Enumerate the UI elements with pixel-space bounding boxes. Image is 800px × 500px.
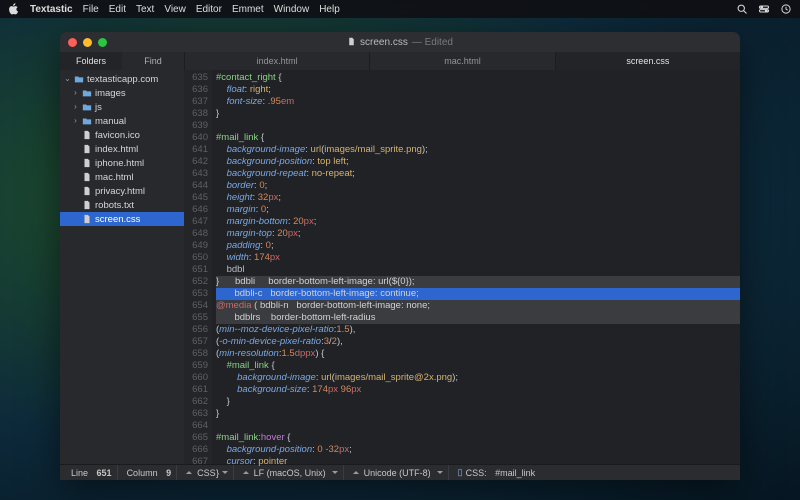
tree-item[interactable]: mac.html (60, 170, 184, 184)
tree-item-selected[interactable]: screen.css (60, 212, 184, 226)
autocomplete-item[interactable]: bdbli-c border-bottom-left-image: contin… (216, 288, 740, 300)
autocomplete-item[interactable]: } bdbli border-bottom-left-image: url(${… (216, 276, 740, 288)
tree-item-label: manual (95, 116, 126, 127)
control-center-icon[interactable] (758, 3, 770, 15)
tree-item-label: privacy.html (95, 186, 145, 197)
tree-item-label: iphone.html (95, 158, 144, 169)
autocomplete-item[interactable]: @media ( bdbli-n border-bottom-left-imag… (216, 300, 740, 312)
tree-item-label: robots.txt (95, 200, 134, 211)
autocomplete-item[interactable]: bdblrs border-bottom-left-radius (216, 312, 740, 324)
folder-icon (74, 74, 84, 84)
folder-icon (82, 102, 92, 112)
menubar-item[interactable]: File (83, 4, 99, 15)
menubar-item[interactable]: Emmet (232, 4, 264, 15)
menubar-app[interactable]: Textastic (30, 4, 73, 15)
tree-item[interactable]: ›js (60, 100, 184, 114)
tree-item[interactable]: ›manual (60, 114, 184, 128)
search-icon[interactable] (736, 3, 748, 15)
editor-window: screen.css — Edited Folders Find index.h… (60, 32, 740, 480)
file-icon (82, 172, 92, 182)
tree-item-label: index.html (95, 144, 138, 155)
tree-item-label: images (95, 88, 126, 99)
line-gutter: 6356366376386396406416426436446456466476… (184, 70, 212, 464)
code-area[interactable]: #contact_right { float: right; font-size… (212, 70, 740, 464)
file-icon (82, 144, 92, 154)
tree-item-label: screen.css (95, 214, 140, 225)
menubar-item[interactable]: View (164, 4, 186, 15)
tree-item-label: js (95, 102, 102, 113)
sidebar-tab-find[interactable]: Find (122, 52, 184, 70)
tree-item[interactable]: iphone.html (60, 156, 184, 170)
file-tab[interactable]: mac.html (369, 52, 554, 70)
tree-item[interactable]: ⌄textasticapp.com (60, 72, 184, 86)
clock-icon[interactable] (780, 3, 792, 15)
tree-item[interactable]: favicon.ico (60, 128, 184, 142)
tree-item[interactable]: ›images (60, 86, 184, 100)
menubar-item[interactable]: Help (319, 4, 340, 15)
tree-item-label: mac.html (95, 172, 134, 183)
file-icon (82, 200, 92, 210)
folder-icon (82, 116, 92, 126)
tree-item[interactable]: privacy.html (60, 184, 184, 198)
file-tree: ⌄textasticapp.com›images›js›manual favico… (60, 70, 184, 464)
menubar-item[interactable]: Edit (109, 4, 126, 15)
status-line[interactable]: Line 651 (66, 465, 118, 480)
tree-item[interactable]: index.html (60, 142, 184, 156)
edited-label: — Edited (412, 37, 453, 48)
file-tab[interactable]: screen.css (555, 52, 740, 70)
apple-icon (8, 3, 20, 15)
titlebar[interactable]: screen.css — Edited (60, 32, 740, 52)
tab-row: Folders Find index.htmlmac.htmlscreen.cs… (60, 52, 740, 70)
editor-pane[interactable]: 6356366376386396406416426436446456466476… (184, 70, 740, 464)
sidebar-tab-folders[interactable]: Folders (60, 52, 122, 70)
tree-item-label: textasticapp.com (87, 74, 158, 85)
file-icon (82, 214, 92, 224)
file-tab[interactable]: index.html (184, 52, 369, 70)
menubar-item[interactable]: Text (136, 4, 154, 15)
file-icon (82, 186, 92, 196)
status-column[interactable]: Column 9 (122, 465, 178, 480)
document-icon (347, 37, 356, 48)
macos-menubar: Textastic File Edit Text View Editor Emm… (0, 0, 800, 18)
tree-item-label: favicon.ico (95, 130, 140, 141)
file-icon (82, 130, 92, 140)
window-title: screen.css — Edited (60, 37, 740, 48)
menubar-item[interactable]: Editor (196, 4, 222, 15)
folder-icon (82, 88, 92, 98)
title-text: screen.css (360, 37, 408, 48)
file-icon (82, 158, 92, 168)
tree-item[interactable]: robots.txt (60, 198, 184, 212)
menubar-item[interactable]: Window (274, 4, 310, 15)
